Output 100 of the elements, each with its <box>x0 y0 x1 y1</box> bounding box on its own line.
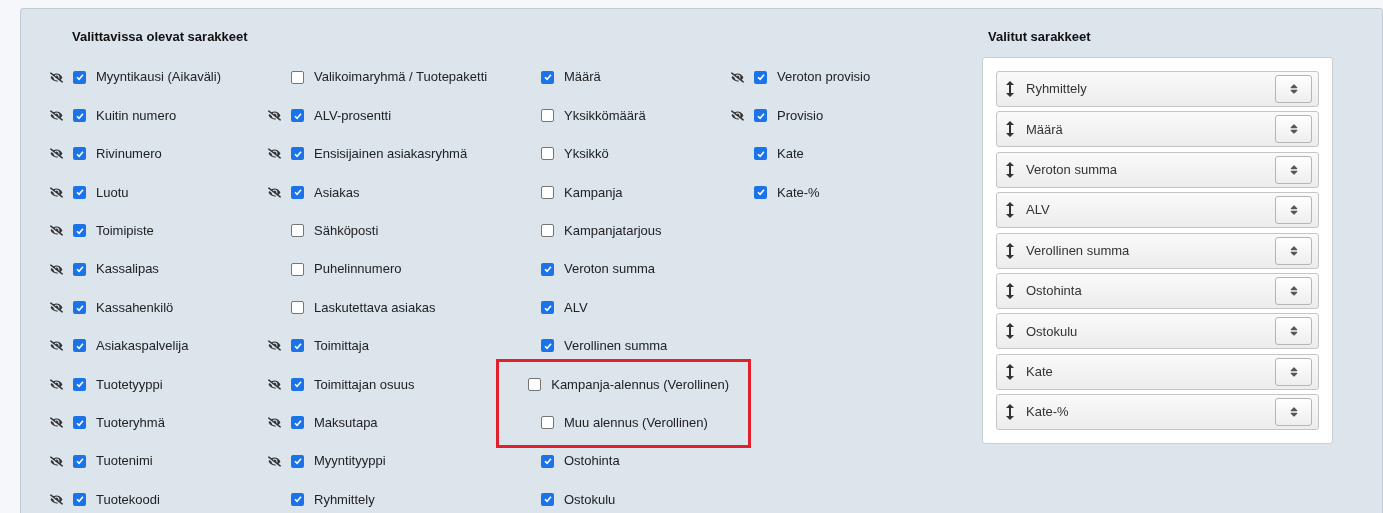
checkbox[interactable] <box>541 70 554 84</box>
column-label: Ostokulu <box>564 490 616 509</box>
checkbox[interactable] <box>73 454 86 468</box>
column-label: Kampanja-alennus (Verollinen) <box>551 375 729 394</box>
column-name: Ryhmittely <box>1026 80 1088 99</box>
column-label: Tuoteryhmä <box>96 413 165 432</box>
sortable-column-item[interactable]: Ostohinta <box>996 272 1319 309</box>
sortable-column-item[interactable]: Kate <box>996 353 1319 390</box>
hidden-eye-icon[interactable] <box>268 377 281 391</box>
checkbox[interactable] <box>73 377 86 391</box>
sortable-column-item[interactable]: Verollinen summa <box>996 232 1319 269</box>
column-label: Verollinen summa <box>564 337 668 356</box>
checkbox[interactable] <box>73 301 86 315</box>
checkbox[interactable] <box>541 454 554 468</box>
hidden-eye-icon[interactable] <box>268 147 281 161</box>
checkbox[interactable] <box>754 147 767 161</box>
checkbox[interactable] <box>291 339 304 353</box>
checkbox[interactable] <box>291 109 304 123</box>
sortable-column-item[interactable]: ALV <box>996 192 1319 229</box>
checkbox[interactable] <box>73 147 86 161</box>
checkbox[interactable] <box>291 185 304 199</box>
column-label: Tuotekoodi <box>96 490 160 509</box>
hidden-eye-icon[interactable] <box>268 185 281 199</box>
sort-button[interactable] <box>1275 155 1312 184</box>
hidden-eye-icon[interactable] <box>50 109 63 123</box>
checkbox[interactable] <box>541 147 554 161</box>
checkbox[interactable] <box>73 339 86 353</box>
checkbox[interactable] <box>541 224 554 238</box>
column-name: Määrä <box>1026 120 1064 139</box>
sortable-column-item[interactable]: Määrä <box>996 111 1319 148</box>
hidden-eye-icon[interactable] <box>50 339 63 353</box>
hidden-eye-icon[interactable] <box>50 301 63 315</box>
sortable-column-item[interactable]: Veroton summa <box>996 151 1319 188</box>
sort-button[interactable] <box>1275 357 1312 386</box>
column-label: Kate-% <box>777 183 820 202</box>
sort-button[interactable] <box>1275 276 1312 305</box>
checkbox[interactable] <box>291 377 304 391</box>
checkbox[interactable] <box>73 185 86 199</box>
checkbox[interactable] <box>541 109 554 123</box>
column-label: ALV-prosentti <box>314 106 392 125</box>
checkbox[interactable] <box>291 301 304 315</box>
column-label: Rivinumero <box>96 145 162 164</box>
hidden-eye-icon[interactable] <box>50 262 63 276</box>
checkbox[interactable] <box>73 70 86 84</box>
checkbox[interactable] <box>754 109 767 123</box>
column-label: Ensisijainen asiakasryhmä <box>314 145 468 164</box>
sort-button[interactable] <box>1275 398 1312 427</box>
checkbox[interactable] <box>291 454 304 468</box>
checkbox[interactable] <box>541 493 554 506</box>
hidden-eye-icon[interactable] <box>268 339 281 353</box>
hidden-eye-icon[interactable] <box>50 147 63 161</box>
hidden-eye-icon[interactable] <box>50 185 63 199</box>
column-label: Yksikkö <box>564 145 609 164</box>
checkbox[interactable] <box>291 224 304 238</box>
sort-button[interactable] <box>1275 317 1312 346</box>
column-label: Tuotetyyppi <box>96 375 163 394</box>
checkbox[interactable] <box>528 377 542 391</box>
checkbox[interactable] <box>73 416 86 430</box>
checkbox[interactable] <box>73 262 86 276</box>
column-name: Kate <box>1026 363 1054 381</box>
column-name: Kate-% <box>1026 403 1070 422</box>
hidden-eye-icon[interactable] <box>50 224 63 238</box>
checkbox[interactable] <box>754 70 767 84</box>
sort-button[interactable] <box>1275 236 1312 265</box>
checkbox[interactable] <box>541 416 554 430</box>
hidden-eye-icon[interactable] <box>50 454 63 468</box>
checkbox[interactable] <box>291 147 304 161</box>
column-label: Asiakaspalvelija <box>96 337 189 356</box>
checkbox[interactable] <box>541 301 554 315</box>
checkbox[interactable] <box>73 224 86 238</box>
sort-button[interactable] <box>1275 115 1312 144</box>
checkbox[interactable] <box>541 339 554 353</box>
sortable-column-item[interactable]: Kate-% <box>996 394 1319 431</box>
sort-button[interactable] <box>1275 196 1312 225</box>
hidden-eye-icon[interactable] <box>268 109 281 123</box>
column-label: Ryhmittely <box>314 490 375 509</box>
checkbox[interactable] <box>541 262 554 276</box>
hidden-eye-icon[interactable] <box>268 454 281 468</box>
hidden-eye-icon[interactable] <box>731 70 744 84</box>
hidden-eye-icon[interactable] <box>50 493 63 506</box>
checkbox[interactable] <box>754 185 767 199</box>
sortable-column-item[interactable]: Ryhmittely <box>996 71 1319 107</box>
sortable-column-item[interactable]: Ostokulu <box>996 313 1319 350</box>
sort-button[interactable] <box>1275 75 1312 103</box>
checkbox[interactable] <box>291 262 304 276</box>
checkbox[interactable] <box>73 493 86 506</box>
checkbox[interactable] <box>73 109 86 123</box>
hidden-eye-icon[interactable] <box>268 416 281 430</box>
checkbox[interactable] <box>291 416 304 430</box>
checkbox[interactable] <box>291 70 304 84</box>
checkbox[interactable] <box>291 493 304 506</box>
hidden-eye-icon[interactable] <box>50 377 63 391</box>
column-label: Luotu <box>96 183 129 202</box>
hidden-eye-icon[interactable] <box>50 416 63 430</box>
checkbox[interactable] <box>541 185 554 199</box>
hidden-eye-icon[interactable] <box>50 70 63 84</box>
column-name: ALV <box>1026 201 1051 220</box>
vertical-arrow-icon <box>1005 240 1015 261</box>
column-label: Toimipiste <box>96 222 154 240</box>
hidden-eye-icon[interactable] <box>731 109 744 123</box>
